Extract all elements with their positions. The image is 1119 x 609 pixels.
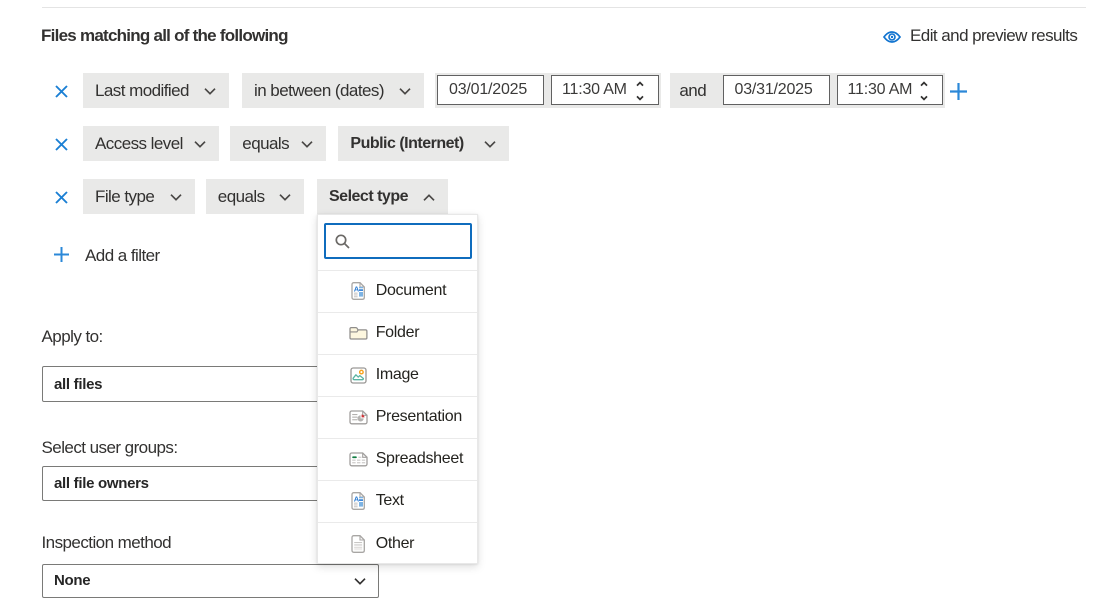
svg-text:A: A xyxy=(354,494,360,503)
svg-text:A: A xyxy=(354,284,360,293)
